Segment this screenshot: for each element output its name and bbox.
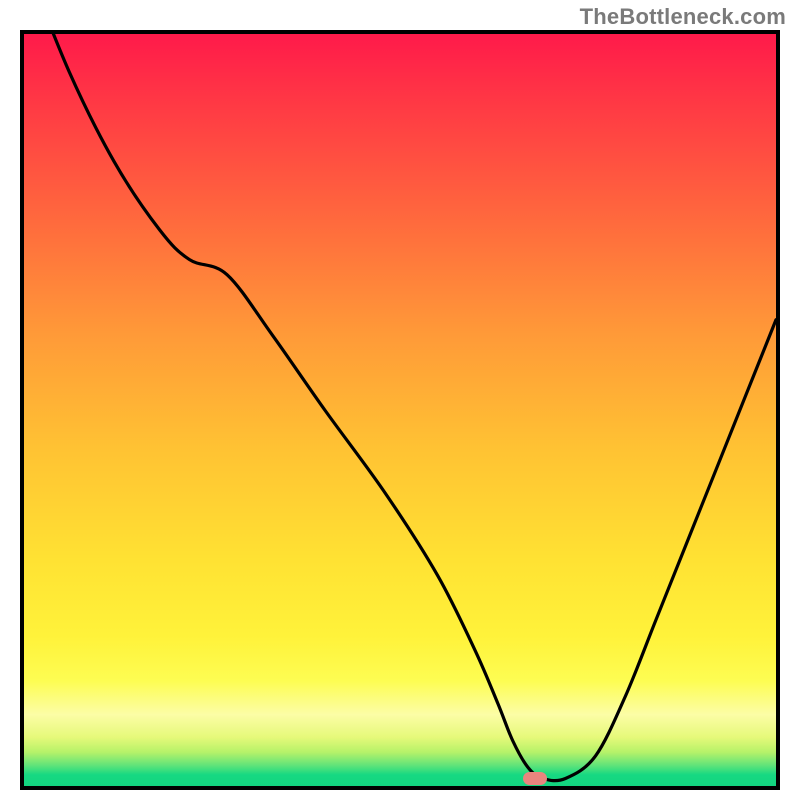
watermark-text: TheBottleneck.com	[580, 4, 786, 30]
plot-area	[20, 30, 780, 790]
bottleneck-curve	[24, 34, 776, 786]
chart-stage: TheBottleneck.com	[0, 0, 800, 800]
optimal-marker	[523, 772, 547, 786]
